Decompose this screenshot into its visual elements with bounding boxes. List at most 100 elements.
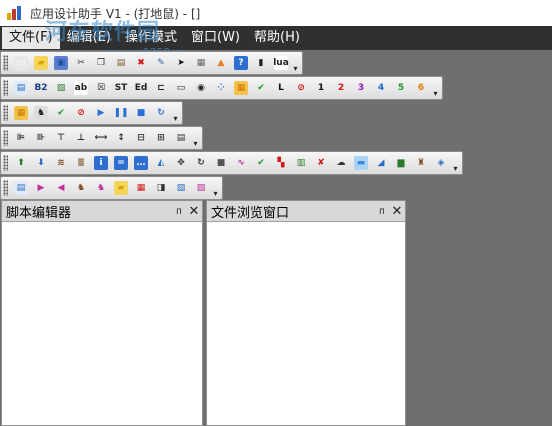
layer-up-button[interactable]: ⬆ — [12, 154, 30, 172]
diamond-button[interactable]: ◈ — [432, 154, 450, 172]
same-height-button[interactable]: ↕ — [112, 129, 130, 147]
edit-button[interactable]: ✎ — [152, 54, 170, 72]
shapes-button[interactable]: ▲ — [212, 54, 230, 72]
square-button[interactable]: ■ — [212, 154, 230, 172]
forbid-button[interactable]: ⊘ — [72, 104, 90, 122]
radio-button[interactable]: ◉ — [192, 79, 210, 97]
add-scene-button[interactable]: ▤ — [12, 179, 30, 197]
sky-image-button[interactable]: ▬ — [352, 154, 370, 172]
num2-button[interactable]: 2 — [332, 79, 350, 97]
remove-button[interactable]: ✘ — [312, 154, 330, 172]
align-bottom-button[interactable]: ⊥ — [72, 129, 90, 147]
check-green-button[interactable]: ✔ — [52, 104, 70, 122]
image-button[interactable]: ▨ — [52, 79, 70, 97]
phone-button[interactable]: ▮ — [252, 54, 270, 72]
cut-button[interactable]: ✂ — [72, 54, 90, 72]
ed-button[interactable]: Ed — [132, 79, 150, 97]
move-button[interactable]: ✥ — [172, 154, 190, 172]
toolbar-grip-handle[interactable] — [3, 180, 8, 196]
loop-button[interactable]: ↻ — [152, 104, 170, 122]
image-list-button[interactable]: ▧ — [172, 179, 190, 197]
menu-window[interactable]: 窗口(W) — [184, 27, 247, 49]
palette-button[interactable]: ▚ — [272, 154, 290, 172]
st-button[interactable]: ST — [112, 79, 130, 97]
menu-file[interactable]: 文件(F) — [2, 27, 60, 49]
stack-button[interactable]: ≋ — [52, 154, 70, 172]
import-button[interactable]: ▦ — [132, 179, 150, 197]
close-icon[interactable]: ✕ — [186, 204, 202, 219]
save-button[interactable]: ▣ — [52, 54, 70, 72]
toolbar-grip-handle[interactable] — [3, 105, 8, 121]
pause-button[interactable]: ❚❚ — [112, 104, 130, 122]
stack2-button[interactable]: ≣ — [72, 154, 90, 172]
scene-right-button[interactable]: ▶ — [32, 179, 50, 197]
menu-edit[interactable]: 编辑(E) — [60, 27, 118, 49]
num1-button[interactable]: 1 — [312, 79, 330, 97]
menu-help[interactable]: 帮助(H) — [247, 27, 307, 49]
distribute-v-button[interactable]: ⊞ — [152, 129, 170, 147]
menu-operation-mode[interactable]: 操作模式 — [118, 27, 184, 49]
checkbox-button[interactable]: ☒ — [92, 79, 110, 97]
align-left-button[interactable]: ⊫ — [12, 129, 30, 147]
close-icon[interactable]: ✕ — [389, 204, 405, 219]
info-button[interactable]: i — [92, 154, 110, 172]
layer-down-button[interactable]: ⬇ — [32, 154, 50, 172]
fill-button[interactable]: ◭ — [152, 154, 170, 172]
form-button[interactable]: ▤ — [12, 79, 30, 97]
no-button[interactable]: ⊘ — [292, 79, 310, 97]
bars-button[interactable]: ▥ — [292, 154, 310, 172]
help-button[interactable]: ? — [232, 54, 250, 72]
toolbar-grip-handle[interactable] — [3, 155, 8, 171]
num3-button[interactable]: 3 — [352, 79, 370, 97]
same-width-button[interactable]: ⟷ — [92, 129, 110, 147]
align-right-button[interactable]: ⊪ — [32, 129, 50, 147]
copy-button[interactable]: ❐ — [92, 54, 110, 72]
slider-button[interactable]: ⊏ — [152, 79, 170, 97]
l-button[interactable]: L — [272, 79, 290, 97]
table-color-button[interactable]: ▦ — [232, 79, 250, 97]
scene-left-button[interactable]: ◀ — [52, 179, 70, 197]
check2-button[interactable]: ✔ — [252, 154, 270, 172]
equal-button[interactable]: = — [112, 154, 130, 172]
export-button[interactable]: ◨ — [152, 179, 170, 197]
toolbar-grip-handle[interactable] — [3, 130, 8, 146]
toolbar-overflow-chevron-icon[interactable]: ▾ — [191, 128, 200, 148]
check-button[interactable]: ✔ — [252, 79, 270, 97]
image-edit-button[interactable]: ▨ — [192, 179, 210, 197]
toolbar-overflow-chevron-icon[interactable]: ▾ — [451, 153, 460, 173]
toolbar-overflow-chevron-icon[interactable]: ▾ — [171, 103, 180, 123]
chart-button[interactable]: ▆ — [392, 154, 410, 172]
delete-button[interactable]: ✖ — [132, 54, 150, 72]
toolbar-overflow-chevron-icon[interactable]: ▾ — [291, 53, 300, 73]
sprite-button[interactable]: ♜ — [412, 154, 430, 172]
layout-button[interactable]: ▤ — [172, 129, 190, 147]
align-top-button[interactable]: ⊤ — [52, 129, 70, 147]
stop-button[interactable]: ■ — [132, 104, 150, 122]
toolbar-grip-handle[interactable] — [3, 55, 8, 71]
distribute-h-button[interactable]: ⊟ — [132, 129, 150, 147]
paste-button[interactable]: ▤ — [112, 54, 130, 72]
toolbar-overflow-chevron-icon[interactable]: ▾ — [431, 78, 440, 98]
more-button[interactable]: … — [132, 154, 150, 172]
num6-button[interactable]: 6 — [412, 79, 430, 97]
sprite-move-button[interactable]: ♞ — [92, 179, 110, 197]
gradient-button[interactable]: ◢ — [372, 154, 390, 172]
num5-button[interactable]: 5 — [392, 79, 410, 97]
grid-button[interactable]: ▦ — [192, 54, 210, 72]
character-button[interactable]: ♞ — [32, 104, 50, 122]
b2-button[interactable]: B2 — [32, 79, 50, 97]
pointer-button[interactable]: ➤ — [172, 54, 190, 72]
sprite-add-button[interactable]: ♞ — [72, 179, 90, 197]
lua-button[interactable]: lua — [272, 54, 290, 72]
dots-button[interactable]: ⁘ — [212, 79, 230, 97]
ab-label-button[interactable]: ab — [72, 79, 90, 97]
pin-icon[interactable]: ᴨ — [172, 206, 186, 217]
pin-icon[interactable]: ᴨ — [375, 206, 389, 217]
grid-color-button[interactable]: ▦ — [12, 104, 30, 122]
curve-button[interactable]: ∿ — [232, 154, 250, 172]
toolbar-grip-handle[interactable] — [3, 80, 8, 96]
open-folder-button[interactable]: ▰ — [32, 54, 50, 72]
cloud-button[interactable]: ☁ — [332, 154, 350, 172]
button-control-button[interactable]: ▭ — [172, 79, 190, 97]
folder-image-button[interactable]: ▰ — [112, 179, 130, 197]
